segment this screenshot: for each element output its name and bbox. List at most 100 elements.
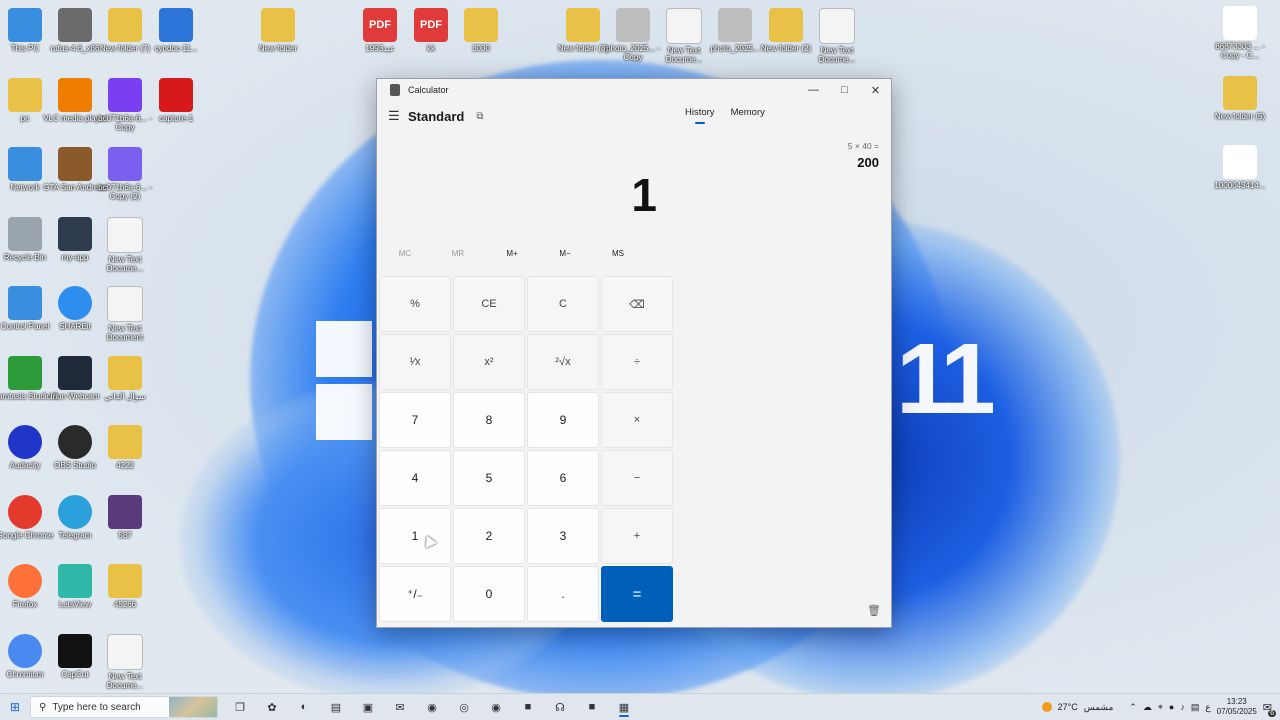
desktop-icon[interactable]: 587 [92,494,158,540]
store-icon[interactable]: ▣ [352,696,384,718]
multiply-button[interactable]: × [601,392,673,448]
desktop-icon[interactable]: 45266 [92,564,158,609]
square-button[interactable]: x² [453,334,525,390]
windows-logo-tile [316,321,372,377]
digit-8-button[interactable]: 8 [453,392,525,448]
desktop-icon[interactable]: New Text Docume... [92,633,158,690]
history-result[interactable]: 200 [848,155,879,170]
clock[interactable]: 13:23 07/05/2025 [1217,697,1257,717]
desktop-icon[interactable]: سوال الذاتي [92,355,158,401]
tab-history[interactable]: History [685,107,715,124]
recycle-bin-icon [8,216,42,251]
add-button[interactable]: + [601,508,673,564]
copilot-icon[interactable]: ✿ [256,696,288,718]
memory-add-button[interactable]: M+ [492,249,532,258]
hamburger-menu-icon[interactable]: ☰ [388,108,400,124]
onedrive-icon[interactable]: ☁ [1143,702,1152,713]
desktop-icon-label: New Text Document [106,324,144,342]
task-view-icon[interactable]: ❐ [224,696,256,718]
memory-clear-button[interactable]: MC [385,249,425,258]
desktop-icon[interactable]: New Text Document [92,286,158,342]
weather-temp[interactable]: 27°C [1058,702,1078,712]
close-button[interactable]: ✕ [860,84,891,97]
desktop-icon[interactable]: 86873303 ... - Copy - C... [1207,6,1273,60]
desktop-icon[interactable]: 3030 [448,8,514,53]
backspace-button[interactable]: ⌫ [601,276,673,332]
minimize-button[interactable]: — [798,84,829,97]
digit-1-button[interactable]: 1 [379,508,451,564]
digit-4-button[interactable]: 4 [379,450,451,506]
microphone-icon[interactable]: ● [1169,702,1174,712]
clear-history-icon[interactable]: 🗑 [867,604,881,617]
subtract-button[interactable]: − [601,450,673,506]
weather-description[interactable]: مشمس [1084,702,1114,713]
notification-icon[interactable]: ✉ 6 [1263,701,1276,717]
chromium-icon[interactable]: ◉ [416,696,448,718]
desktop-icon[interactable]: New folder [245,8,311,53]
desktop-icon[interactable]: New folder (5) [1207,76,1273,121]
percent-button[interactable]: % [379,276,451,332]
tab-memory[interactable]: Memory [731,107,765,118]
digit-7-button[interactable]: 7 [379,392,451,448]
audacity-icon[interactable]: ☊ [544,696,576,718]
text-file-icon [107,286,143,322]
digit-9-button[interactable]: 9 [527,392,599,448]
desktop-icon-label: 4222 [116,461,134,470]
history-expression[interactable]: 5 × 40 = [848,141,879,151]
wallpaper-text: 11 [896,323,996,435]
network-icon[interactable]: ⌖ [1158,702,1163,713]
image-file-icon [616,8,650,42]
text-file-icon [107,216,143,253]
file-explorer-icon[interactable]: ▤ [320,696,352,718]
camtasia-recorder-icon[interactable]: ■ [576,696,608,718]
calculator-icon[interactable]: ▦ [608,696,640,718]
folder-icon [108,355,142,390]
memory-subtract-button[interactable]: M− [545,249,585,258]
title-bar[interactable]: Calculator — □ ✕ [377,79,891,101]
chrome-icon[interactable]: ◉ [480,696,512,718]
outlook-icon[interactable]: ✉ [384,696,416,718]
maximize-button[interactable]: □ [829,84,860,97]
divide-button[interactable]: ÷ [601,334,673,390]
desktop-icon[interactable]: cyndoc-11... [143,8,209,53]
desktop-icon[interactable]: New Text Docume... [804,8,870,64]
digit-2-button[interactable]: 2 [453,508,525,564]
camtasia-icon [8,355,42,390]
language-indicator[interactable]: ع [1205,702,1210,713]
start-button[interactable]: ⊞ [0,700,30,714]
image-icon [1223,145,1257,179]
square-root-button[interactable]: ²√x [527,334,599,390]
equals-button[interactable]: = [601,566,673,622]
desktop-icon[interactable]: bc071b6a-6... - Copy (2) [92,147,158,201]
memory-recall-button[interactable]: MR [438,249,478,258]
display-icon[interactable]: ▤ [1191,702,1200,713]
digit-6-button[interactable]: 6 [527,450,599,506]
clear-button[interactable]: C [527,276,599,332]
desktop-icon[interactable]: New Text Docume... [92,216,158,273]
desktop-icon-label: 86873303 ... - Copy - C... [1215,42,1265,60]
window-title: Calculator [408,85,449,95]
reciprocal-button[interactable]: ¹⁄x [379,334,451,390]
edge-icon[interactable]: ◐ [288,696,320,718]
chevron-up-icon[interactable]: ⌃ [1129,702,1137,713]
desktop-icon[interactable]: 4222 [92,425,158,470]
negate-button[interactable]: ⁺/₋ [379,566,451,622]
desktop-icon[interactable]: capture-1 [143,77,209,123]
search-box[interactable]: ⚲ Type here to search [30,696,218,718]
digit-0-button[interactable]: 0 [453,566,525,622]
firefox-icon[interactable]: ◎ [448,696,480,718]
folder-icon [1223,76,1257,110]
keep-on-top-icon[interactable]: ⧉ [476,111,483,122]
camtasia-icon[interactable]: ■ [512,696,544,718]
history-panel: 5 × 40 = 200 [848,141,879,170]
desktop-icon-label: New folder [258,44,298,53]
text-file-icon [666,8,702,44]
clear-entry-button[interactable]: CE [453,276,525,332]
digit-3-button[interactable]: 3 [527,508,599,564]
decimal-button[interactable]: . [527,566,599,622]
digit-5-button[interactable]: 5 [453,450,525,506]
desktop-icon[interactable]: 1000043414... [1207,145,1273,190]
audacity-icon [8,425,42,459]
memory-store-button[interactable]: MS [598,249,638,258]
speaker-icon[interactable]: ♪ [1180,702,1185,712]
